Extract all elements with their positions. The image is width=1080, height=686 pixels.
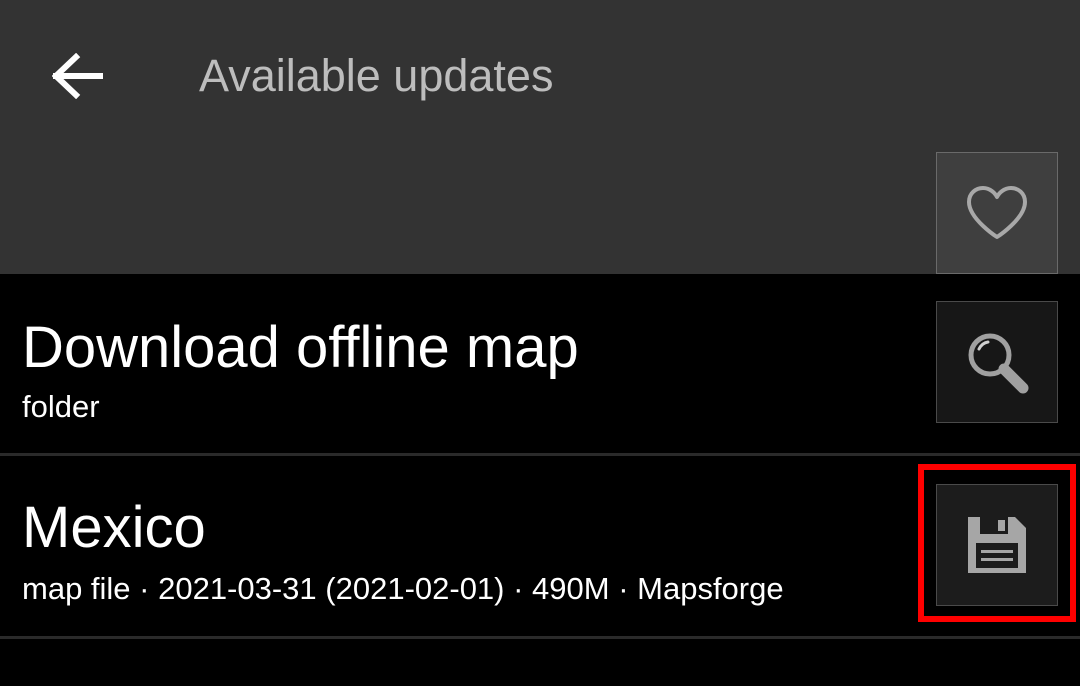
list-item-mexico[interactable]: Mexico map file · 2021-03-31 (2021-02-01… [0, 456, 1080, 636]
page-title: Available updates [199, 50, 554, 101]
search-button[interactable] [936, 301, 1058, 423]
list-divider [0, 636, 1080, 639]
list-item-folder[interactable]: Download offline map folder [0, 274, 1080, 454]
app-screen: Available updates Download offline map f… [0, 0, 1080, 686]
list-item-subtitle: folder [22, 389, 100, 424]
list-item-title: Download offline map [22, 315, 579, 380]
list-item-subtitle: map file · 2021-03-31 (2021-02-01) · 490… [22, 571, 784, 606]
floppy-disk-icon [968, 517, 1026, 573]
arrow-left-icon [52, 53, 103, 99]
heart-icon [967, 186, 1027, 239]
back-button[interactable] [38, 38, 118, 114]
favorite-button[interactable] [936, 152, 1058, 274]
list-item-title: Mexico [22, 495, 206, 560]
app-bar: Available updates [0, 0, 1080, 274]
search-icon [968, 333, 1029, 394]
save-map-button[interactable] [936, 484, 1058, 606]
